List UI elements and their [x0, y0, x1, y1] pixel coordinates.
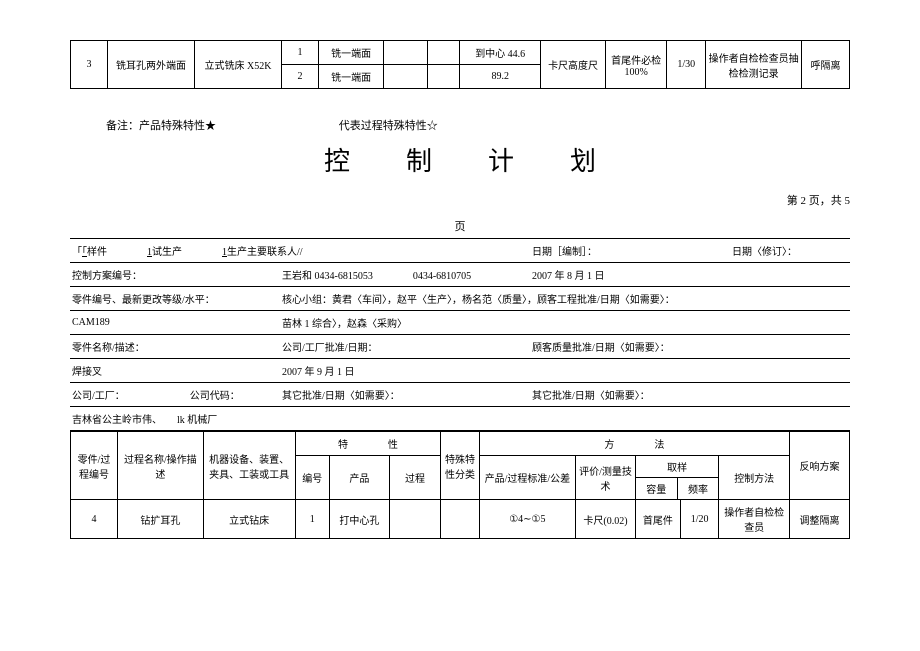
note-right: 代表过程特殊特性☆	[339, 117, 438, 133]
cell-proccol	[389, 500, 440, 539]
hdr-specclass: 特殊特性分类	[441, 432, 480, 500]
cell-proc: 钻扩耳孔	[118, 500, 204, 539]
cell-freq: 1/20	[680, 500, 719, 539]
cell-ctrl: 操作者自检检查员抽检检测记录	[706, 41, 802, 89]
cell-react: 呼隔离	[802, 41, 850, 89]
cell-sample2: 1/30	[667, 41, 706, 89]
info-r1c1: 「「样件 1试生产 1生产主要联系人//	[70, 239, 530, 263]
doc-title: 控制计划	[70, 141, 850, 178]
info-r6c2: 2007 年 9 月 1 日	[280, 359, 850, 383]
cell-eval: 卡尺高度尺	[540, 41, 605, 89]
cell-eval: 卡尺(0.02)	[576, 500, 636, 539]
hdr-m4: 控制方法	[719, 456, 790, 500]
info-r8c1: 吉林省公主岭市伟、 lk 机械厂	[70, 407, 850, 431]
cell-prod: 打中心孔	[329, 500, 389, 539]
top-partial-table: 3 铣耳孔两外端面 立式铣床 X52K 1 铣一端面 到中心 44.6 卡尺高度…	[70, 40, 850, 89]
cell-step2-prod: 铣一端面	[319, 65, 384, 89]
cell-no: 4	[71, 500, 118, 539]
info-r4c1: CAM189	[70, 311, 280, 335]
hdr-char-prod: 产品	[329, 456, 389, 500]
info-r7c1: 公司/工厂： 公司代码：	[70, 383, 280, 407]
info-r5c3: 顾客质量批准/日期〈如需要〉：	[530, 335, 850, 359]
hdr-m3-wrap: 取样 容量 频率	[635, 456, 718, 500]
info-r5c2: 公司/工厂批准/日期：	[280, 335, 530, 359]
table-row: 4 钻扩耳孔 立式钻床 1 打中心孔 ①4∼①5 卡尺(0.02) 首尾件 1/…	[71, 500, 850, 539]
cell-blank1	[384, 41, 428, 65]
cell-step1-prod: 铣一端面	[319, 41, 384, 65]
hdr-method: 方 法	[479, 432, 789, 456]
info-r2c2: 王岩和 0434-6815053 0434-6810705	[280, 263, 530, 287]
info-r2c4	[730, 263, 850, 287]
hdr-char-proc: 过程	[389, 456, 440, 500]
cell-react: 调整隔离	[790, 500, 850, 539]
info-r2c1: 控制方案编号：	[70, 263, 280, 287]
cell-blank2	[427, 41, 460, 65]
cell-std: ①4∼①5	[479, 500, 575, 539]
notes-row: 备注：产品特殊特性★ 代表过程特殊特性☆	[70, 117, 850, 133]
info-r4c2: 苗林 1 综合〉，赵森〈采购〉	[280, 311, 850, 335]
cell-rowno: 3	[71, 41, 108, 89]
cell-blank4	[427, 65, 460, 89]
hdr-c1: 零件/过程编号	[71, 432, 118, 500]
info-r2c3: 2007 年 8 月 1 日	[530, 263, 730, 287]
cell-procname: 铣耳孔两外端面	[107, 41, 194, 89]
cell-mach: 立式钻床	[203, 500, 295, 539]
page-note: 页	[70, 218, 850, 234]
cell-ctrl: 操作者自检检查员	[719, 500, 790, 539]
page-info: 第 2 页，共 5	[70, 192, 850, 208]
cell-machine: 立式铣床 X52K	[195, 41, 282, 89]
hdr-react: 反响方案	[790, 432, 850, 500]
note-left: 备注：产品特殊特性★	[106, 117, 216, 133]
cell-step2-no: 2	[282, 65, 319, 89]
cell-blank3	[384, 65, 428, 89]
info-r3c1: 零件编号、最新更改等级/水平：	[70, 287, 280, 311]
hdr-c2: 过程名称/操作描述	[118, 432, 204, 500]
info-r1c2: 日期［编制］：	[530, 239, 730, 263]
hdr-c3: 机器设备、装置、夹具、工装或工具	[203, 432, 295, 500]
cell-specclass	[441, 500, 480, 539]
cell-charno: 1	[295, 500, 329, 539]
cell-step1-no: 1	[282, 41, 319, 65]
hdr-m1: 产品/过程标准/公差	[479, 456, 575, 500]
hdr-m2: 评价/测量技术	[576, 456, 636, 500]
info-r6c1: 焊接叉	[70, 359, 280, 383]
info-table: 「「样件 1试生产 1生产主要联系人// 日期［编制］： 日期〈修订〉： 控制方…	[70, 238, 850, 431]
cell-cap: 首尾件	[635, 500, 680, 539]
hdr-char-no: 编号	[295, 456, 329, 500]
info-r3c2: 核心小组：黄君〈车间〉，赵平〈生产〉，杨名范〈质量〉，顾客工程批准/日期〈如需要…	[280, 287, 850, 311]
hdr-char: 特 性	[295, 432, 441, 456]
cell-sample1: 首尾件必检 100%	[606, 41, 667, 89]
info-r5c1: 零件名称/描述：	[70, 335, 280, 359]
info-r7c4: 其它批准/日期〈如需要〉：	[530, 383, 850, 407]
cell-step1-spec: 到中心 44.6	[460, 41, 541, 65]
cell-step2-spec: 89.2	[460, 65, 541, 89]
info-r7c3: 其它批准/日期〈如需要〉：	[280, 383, 530, 407]
main-table: 零件/过程编号 过程名称/操作描述 机器设备、装置、夹具、工装或工具 特 性 特…	[70, 431, 850, 539]
info-r1c3: 日期〈修订〉：	[730, 239, 850, 263]
